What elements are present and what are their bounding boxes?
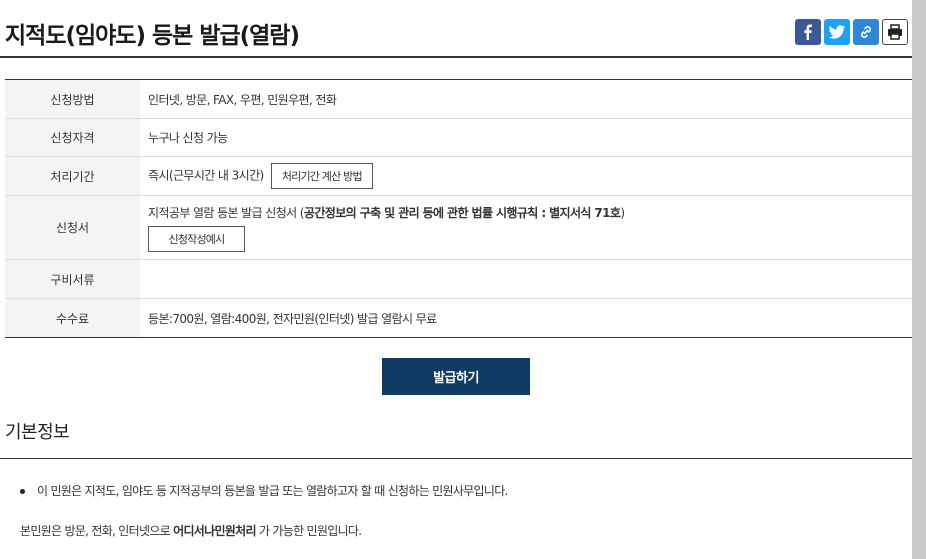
- info-table: 신청방법 인터넷, 방문, FAX, 우편, 민원우편, 전화 신청자격 누구나…: [5, 79, 912, 338]
- application-form-text: 지적공부 열람 등본 발급 신청서 (공간정보의 구축 및 관리 등에 관한 법…: [148, 204, 904, 221]
- table-row: 수수료 등본:700원, 열람:400원, 전자민원(인터넷) 발급 열람시 무…: [5, 298, 912, 338]
- form-reference: 공간정보의 구축 및 관리 등에 관한 법률 시행규칙 : 별지서식 71호: [303, 205, 621, 220]
- table-row: 신청자격 누구나 신청 가능: [5, 118, 912, 157]
- application-sample-button[interactable]: 신청작성예시: [148, 225, 245, 252]
- facebook-icon: [804, 24, 812, 40]
- title-bar: 지적도(임야도) 등본 발급(열람): [0, 0, 912, 58]
- section-divider: [0, 458, 912, 459]
- anywhere-service-label: 어디서나민원처리: [173, 524, 256, 538]
- print-button[interactable]: [882, 19, 908, 45]
- page-title: 지적도(임야도) 등본 발급(열람): [5, 23, 300, 49]
- page: 지적도(임야도) 등본 발급(열람) 신청방법 인터넷, 방문, FAX, 우편…: [0, 0, 912, 559]
- para-prefix: 본민원은 방문, 전화, 인터넷으로: [20, 524, 174, 538]
- basic-info-heading: 기본정보: [5, 422, 70, 443]
- row-label: 신청자격: [5, 118, 140, 157]
- para-suffix: 가 가능한 민원입니다.: [255, 524, 362, 538]
- row-value: [140, 259, 912, 299]
- processing-time-calc-button[interactable]: 처리기간 계산 방법: [270, 163, 373, 189]
- table-row: 신청방법 인터넷, 방문, FAX, 우편, 민원우편, 전화: [5, 79, 912, 119]
- row-label: 신청서: [5, 195, 140, 260]
- copy-link-button[interactable]: [853, 19, 879, 45]
- print-icon: [888, 24, 902, 40]
- bullet-text: 이 민원은 지적도, 임야도 등 지적공부의 등본을 발급 또는 열람하고자 할…: [37, 484, 508, 498]
- issue-button[interactable]: 발급하기: [382, 358, 530, 395]
- table-row: 구비서류: [5, 259, 912, 299]
- twitter-icon: [828, 25, 846, 39]
- row-value: 인터넷, 방문, FAX, 우편, 민원우편, 전화: [140, 79, 912, 119]
- row-value: 등본:700원, 열람:400원, 전자민원(인터넷) 발급 열람시 무료: [148, 311, 437, 326]
- table-row: 처리기간 즉시(근무시간 내 3시간) 처리기간 계산 방법: [5, 156, 912, 196]
- availability-text: 본민원은 방문, 전화, 인터넷으로 어디서나민원처리 가 가능한 민원입니다.: [20, 522, 362, 539]
- row-label: 수수료: [5, 298, 140, 338]
- twitter-share-button[interactable]: [824, 19, 850, 45]
- bullet-icon: [20, 489, 25, 494]
- row-label: 처리기간: [5, 156, 140, 196]
- row-label: 구비서류: [5, 259, 140, 299]
- table-row: 신청서 지적공부 열람 등본 발급 신청서 (공간정보의 구축 및 관리 등에 …: [5, 195, 912, 260]
- row-label: 신청방법: [5, 79, 140, 119]
- row-value: 누구나 신청 가능: [140, 118, 912, 157]
- row-value: 지적공부 열람 등본 발급 신청서 (: [148, 205, 304, 220]
- link-icon: [861, 26, 871, 38]
- facebook-share-button[interactable]: [795, 19, 821, 45]
- row-value: 즉시(근무시간 내 3시간): [148, 168, 264, 183]
- row-value-end: ): [620, 205, 625, 220]
- share-toolbar: [795, 19, 908, 45]
- list-item: 이 민원은 지적도, 임야도 등 지적공부의 등본을 발급 또는 열람하고자 할…: [20, 482, 508, 499]
